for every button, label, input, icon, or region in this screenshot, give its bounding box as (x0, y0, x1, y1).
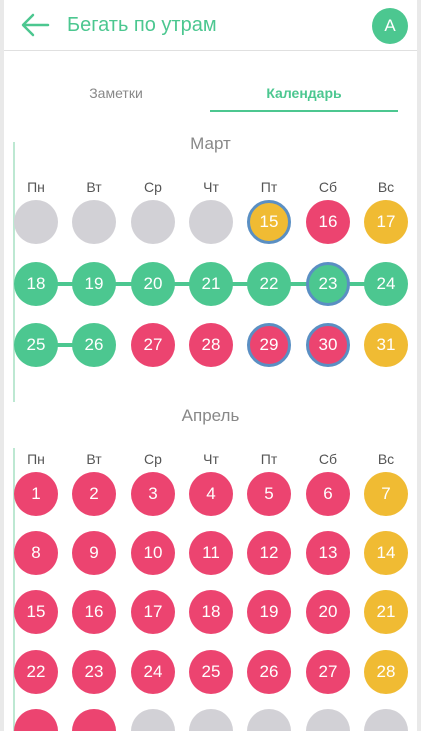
calendar-day[interactable]: 3 (131, 472, 175, 516)
calendar-day[interactable]: 8 (14, 531, 58, 575)
top-bar: Бегать по утрам A (4, 0, 417, 51)
weekday-label: Пн (27, 451, 45, 467)
calendar-day-empty (364, 709, 408, 731)
weekday-label: Ср (144, 179, 162, 195)
calendar-day[interactable]: 18 (14, 262, 58, 306)
calendar-day[interactable]: 19 (72, 262, 116, 306)
calendar-day[interactable]: 4 (189, 472, 233, 516)
calendar-day[interactable]: 14 (364, 531, 408, 575)
calendar-day[interactable]: 28 (189, 323, 233, 367)
calendar-day[interactable]: 31 (364, 323, 408, 367)
calendar-day[interactable]: 21 (364, 590, 408, 634)
weekday-label: Чт (203, 451, 219, 467)
weekday-label: Пт (260, 179, 278, 195)
back-arrow-icon[interactable] (20, 12, 50, 38)
calendar-day[interactable]: 7 (364, 472, 408, 516)
weekday-label: Сб (318, 451, 338, 467)
calendar-day[interactable] (14, 709, 58, 731)
calendar-day[interactable]: 29 (247, 323, 291, 367)
calendar-day[interactable]: 23 (306, 262, 350, 306)
calendar-day[interactable]: 21 (189, 262, 233, 306)
calendar-day[interactable]: 2 (72, 472, 116, 516)
calendar-day[interactable]: 18 (189, 590, 233, 634)
calendar-day[interactable]: 19 (247, 590, 291, 634)
calendar-day[interactable]: 6 (306, 472, 350, 516)
calendar-day[interactable]: 17 (131, 590, 175, 634)
calendar-day[interactable]: 26 (72, 323, 116, 367)
calendar-day[interactable]: 25 (189, 650, 233, 694)
calendar-day[interactable]: 5 (247, 472, 291, 516)
weekday-label: Сб (318, 179, 338, 195)
calendar-day[interactable]: 15 (247, 200, 291, 244)
month-title: Март (190, 134, 231, 153)
weekday-label: Вс (377, 179, 395, 195)
tab-notes[interactable]: Заметки (56, 78, 176, 110)
calendar-day[interactable]: 17 (364, 200, 408, 244)
calendar-day[interactable]: 20 (131, 262, 175, 306)
calendar-day[interactable]: 9 (72, 531, 116, 575)
calendar-day[interactable]: 28 (364, 650, 408, 694)
month-title: Апрель (181, 406, 240, 425)
calendar-day[interactable]: 27 (131, 323, 175, 367)
calendar-day[interactable] (72, 709, 116, 731)
weekday-label: Пн (27, 179, 45, 195)
tab-calendar[interactable]: Календарь (210, 78, 398, 112)
calendar-day-empty (247, 709, 291, 731)
calendar-day[interactable]: 26 (247, 650, 291, 694)
calendar-day[interactable]: 22 (14, 650, 58, 694)
calendar-day[interactable]: 11 (189, 531, 233, 575)
calendar-day[interactable]: 16 (306, 200, 350, 244)
calendar-day[interactable]: 24 (131, 650, 175, 694)
calendar-day-empty (306, 709, 350, 731)
calendar-day-empty (14, 200, 58, 244)
weekday-label: Чт (203, 179, 219, 195)
calendar-day[interactable]: 30 (306, 323, 350, 367)
calendar-day[interactable]: 27 (306, 650, 350, 694)
weekday-label: Пт (260, 451, 278, 467)
avatar[interactable]: A (372, 8, 408, 44)
calendar-day[interactable]: 1 (14, 472, 58, 516)
weekday-label: Вт (86, 179, 102, 195)
calendar-day[interactable]: 22 (247, 262, 291, 306)
calendar-day[interactable]: 25 (14, 323, 58, 367)
calendar-day[interactable]: 20 (306, 590, 350, 634)
calendar-day[interactable]: 24 (364, 262, 408, 306)
tab-bar: Заметки Календарь (4, 78, 417, 112)
calendar-day-empty (189, 200, 233, 244)
calendar-day[interactable]: 23 (72, 650, 116, 694)
calendar-day[interactable]: 13 (306, 531, 350, 575)
calendar-day[interactable]: 15 (14, 590, 58, 634)
calendar-day-empty (131, 709, 175, 731)
calendar-day[interactable]: 16 (72, 590, 116, 634)
calendar-day[interactable]: 12 (247, 531, 291, 575)
calendar-day-empty (131, 200, 175, 244)
app-screen: Бегать по утрам A Заметки Календарь Март… (4, 0, 417, 731)
calendar-day-empty (72, 200, 116, 244)
page-title: Бегать по утрам (67, 14, 217, 36)
weekday-label: Вт (86, 451, 102, 467)
calendar-day[interactable]: 10 (131, 531, 175, 575)
calendar-day-empty (189, 709, 233, 731)
weekday-label: Ср (144, 451, 162, 467)
weekday-label: Вс (377, 451, 395, 467)
